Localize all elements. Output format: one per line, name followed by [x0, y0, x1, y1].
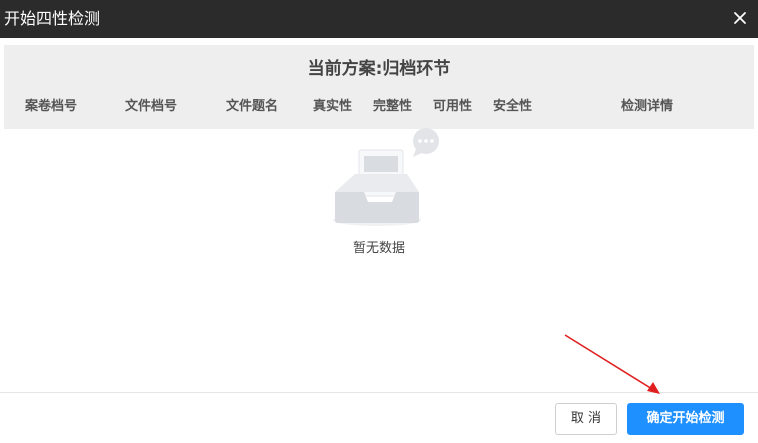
column-header-file-title: 文件题名 — [226, 99, 279, 114]
column-header-integrity: 完整性 — [373, 99, 413, 114]
column-header-authenticity: 真实性 — [313, 99, 353, 114]
column-header-security: 安全性 — [493, 99, 533, 114]
column-header-file-number: 文件档号 — [125, 99, 178, 114]
confirm-start-detection-button[interactable]: 确定开始检测 — [627, 403, 744, 435]
close-icon[interactable] — [732, 10, 748, 26]
cancel-button[interactable]: 取 消 — [555, 403, 617, 435]
empty-inbox-icon — [330, 128, 445, 236]
scheme-title: 当前方案:归档环节 — [307, 59, 451, 79]
dialog-titlebar: 开始四性检测 — [0, 0, 758, 38]
footer-divider — [0, 392, 758, 393]
table-header: 当前方案:归档环节 案卷档号 文件档号 文件题名 真实性 完整性 可用性 安全性… — [4, 45, 754, 129]
empty-state-text: 暂无数据 — [352, 241, 405, 256]
dialog-title: 开始四性检测 — [4, 9, 101, 28]
column-header-detection-details: 检测详情 — [621, 99, 674, 114]
column-header-volume-number: 案卷档号 — [25, 99, 78, 114]
column-header-usability: 可用性 — [433, 99, 473, 114]
